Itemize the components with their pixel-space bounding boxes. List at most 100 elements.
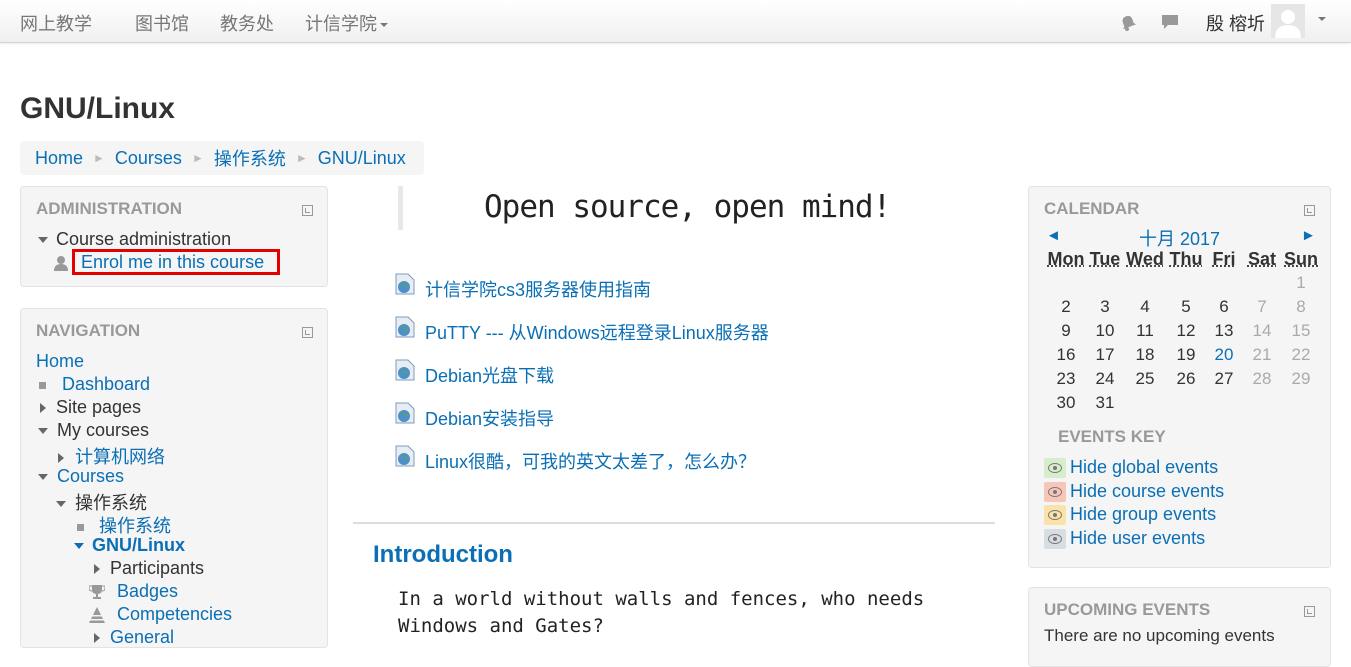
trophy-icon xyxy=(89,584,105,605)
breadcrumb-courses[interactable]: Courses xyxy=(115,148,182,169)
events-key-toggle[interactable]: Hide user events xyxy=(1070,528,1205,549)
nav-my-courses-label: My courses xyxy=(57,420,149,440)
calendar-day[interactable]: 28 xyxy=(1243,369,1281,389)
resource-item[interactable]: Linux很酷，可我的英文太差了，怎么办？ xyxy=(395,445,995,471)
calendar-day[interactable]: 17 xyxy=(1086,345,1124,365)
user-menu-chevron-icon[interactable] xyxy=(1318,17,1326,21)
nav-gnu-linux[interactable]: GNU/Linux xyxy=(74,535,185,556)
calendar-day[interactable]: 23 xyxy=(1047,369,1085,389)
events-key-toggle[interactable]: Hide global events xyxy=(1070,457,1218,478)
upcoming-events-title: UPCOMING EVENTS xyxy=(1044,600,1210,620)
calendar-day-header: Mon xyxy=(1047,249,1085,270)
calendar-day[interactable]: 13 xyxy=(1205,321,1243,341)
page-title: GNU/Linux xyxy=(20,92,175,126)
eye-icon xyxy=(1044,529,1066,549)
calendar-day[interactable]: 19 xyxy=(1167,345,1205,365)
calendar-day[interactable]: 10 xyxy=(1086,321,1124,341)
calendar-day[interactable]: 1 xyxy=(1282,273,1320,293)
calendar-day[interactable]: 30 xyxy=(1047,393,1085,413)
events-key-title: EVENTS KEY xyxy=(1058,427,1166,447)
enrol-me-link[interactable]: Enrol me in this course xyxy=(81,252,264,273)
calendar-day-header: Sat xyxy=(1243,249,1281,270)
nav-participants[interactable]: Participants xyxy=(94,558,204,579)
nav-os-link[interactable]: 操作系统 xyxy=(99,516,171,536)
nav-dashboard[interactable]: Dashboard xyxy=(62,374,150,394)
web-resource-icon xyxy=(395,273,415,295)
notification-bell-icon[interactable] xyxy=(1120,13,1136,36)
calendar-day[interactable]: 9 xyxy=(1047,321,1085,341)
block-collapse-icon[interactable] xyxy=(302,327,313,338)
nav-my-courses[interactable]: My courses xyxy=(38,420,149,441)
breadcrumb-separator-icon: ► xyxy=(93,151,105,165)
calendar-day[interactable]: 22 xyxy=(1282,345,1320,365)
expanded-arrow-icon xyxy=(38,237,48,243)
calendar-day[interactable]: 26 xyxy=(1167,369,1205,389)
calendar-day[interactable]: 5 xyxy=(1167,297,1205,317)
bullet-icon xyxy=(77,524,84,531)
section-divider xyxy=(353,522,995,524)
breadcrumb-course[interactable]: GNU/Linux xyxy=(318,148,406,169)
expanded-arrow-icon xyxy=(74,543,84,549)
nav-link-college-menu[interactable]: 计信学院 xyxy=(305,10,388,36)
calendar-day[interactable]: 25 xyxy=(1126,369,1164,389)
resource-item[interactable]: Debian安装指导 xyxy=(395,402,995,428)
block-collapse-icon[interactable] xyxy=(1304,606,1315,617)
calendar-day-header: Sun xyxy=(1282,249,1320,270)
resource-item[interactable]: 计信学院cs3服务器使用指南 xyxy=(395,273,995,299)
calendar-day[interactable]: 31 xyxy=(1086,393,1124,413)
calendar-day[interactable]: 14 xyxy=(1243,321,1281,341)
expanded-arrow-icon xyxy=(38,474,48,480)
calendar-day[interactable]: 3 xyxy=(1086,297,1124,317)
calendar-day[interactable]: 11 xyxy=(1126,321,1164,341)
calendar-day[interactable]: 27 xyxy=(1205,369,1243,389)
calendar-day[interactable]: 18 xyxy=(1126,345,1164,365)
calendar-day[interactable]: 12 xyxy=(1167,321,1205,341)
calendar-day[interactable]: 15 xyxy=(1282,321,1320,341)
site-brand[interactable]: 网上教学 xyxy=(20,10,92,36)
section-heading[interactable]: Introduction xyxy=(373,541,513,569)
calendar-day[interactable]: 7 xyxy=(1243,297,1281,317)
course-admin-node[interactable]: Course administration xyxy=(38,229,231,250)
calendar-day[interactable]: 2 xyxy=(1047,297,1085,317)
nav-home[interactable]: Home xyxy=(36,351,84,372)
calendar-next-icon[interactable]: ► xyxy=(1301,227,1316,244)
resource-link: Linux很酷，可我的英文太差了，怎么办？ xyxy=(425,448,756,474)
calendar-day[interactable]: 29 xyxy=(1282,369,1320,389)
collapsed-arrow-icon xyxy=(40,403,46,413)
administration-title: ADMINISTRATION xyxy=(36,199,182,219)
nav-link-academic-office[interactable]: 教务处 xyxy=(220,10,274,36)
nav-competencies[interactable]: Competencies xyxy=(117,604,232,625)
resource-item[interactable]: PuTTY --- 从Windows远程登录Linux服务器 xyxy=(395,316,995,342)
breadcrumb-category[interactable]: 操作系统 xyxy=(214,145,286,171)
calendar-day[interactable]: 6 xyxy=(1205,297,1243,317)
message-icon[interactable] xyxy=(1161,14,1179,35)
block-collapse-icon[interactable] xyxy=(1304,205,1315,216)
collapsed-arrow-icon xyxy=(94,564,100,574)
events-key-toggle[interactable]: Hide group events xyxy=(1070,504,1216,525)
top-navbar: 网上教学 图书馆 教务处 计信学院 殷 榕圻 xyxy=(0,0,1351,43)
calendar-day[interactable]: 24 xyxy=(1086,369,1124,389)
calendar-day[interactable]: 8 xyxy=(1282,297,1320,317)
calendar-day[interactable]: 4 xyxy=(1126,297,1164,317)
user-name[interactable]: 殷 榕圻 xyxy=(1206,10,1265,36)
nav-site-pages[interactable]: Site pages xyxy=(40,397,141,418)
nav-badges[interactable]: Badges xyxy=(117,581,178,602)
calendar-today[interactable]: 20 xyxy=(1205,345,1243,365)
calendar-day-header: Wed xyxy=(1126,249,1164,270)
upcoming-events-block: UPCOMING EVENTS There are no upcoming ev… xyxy=(1028,587,1331,667)
expanded-arrow-icon xyxy=(56,501,66,507)
calendar-day[interactable]: 16 xyxy=(1047,345,1085,365)
nav-courses[interactable]: Courses xyxy=(38,466,124,487)
events-key-toggle[interactable]: Hide course events xyxy=(1070,481,1224,502)
quote-bar xyxy=(398,186,403,230)
calendar-prev-icon[interactable]: ◄ xyxy=(1046,227,1061,244)
user-enrol-icon xyxy=(53,255,69,276)
calendar-month[interactable]: 十月 2017 xyxy=(1139,225,1220,251)
user-avatar[interactable] xyxy=(1271,4,1305,38)
calendar-day[interactable]: 21 xyxy=(1243,345,1281,365)
resource-item[interactable]: Debian光盘下载 xyxy=(395,359,995,385)
block-collapse-icon[interactable] xyxy=(302,205,313,216)
nav-courses-label: Courses xyxy=(57,466,124,486)
breadcrumb-home[interactable]: Home xyxy=(35,148,83,169)
nav-link-library[interactable]: 图书馆 xyxy=(135,10,189,36)
